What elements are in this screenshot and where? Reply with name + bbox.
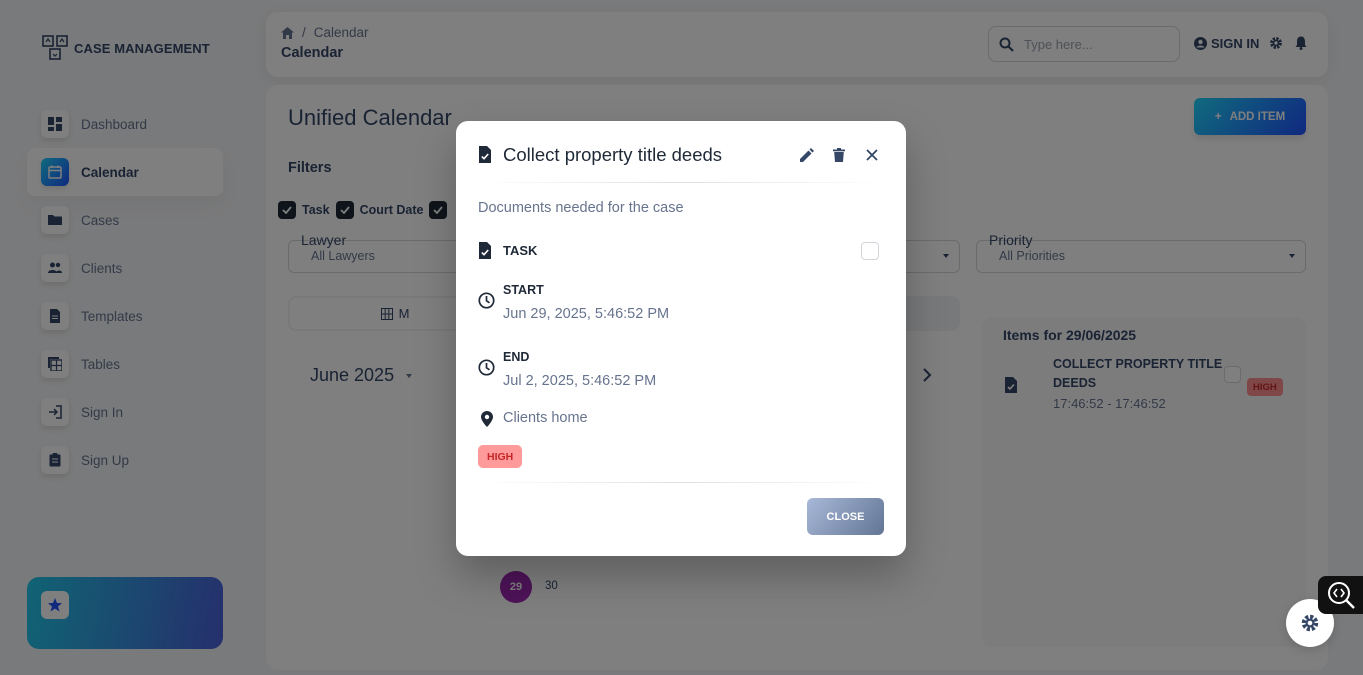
start-value: Jun 29, 2025, 5:46:52 PM — [503, 306, 670, 322]
end-label: END — [503, 350, 530, 364]
location-pin-icon — [481, 411, 493, 427]
location-value: Clients home — [503, 410, 588, 426]
edit-icon[interactable] — [798, 146, 816, 164]
settings-icon — [1301, 614, 1319, 632]
divider — [478, 182, 884, 183]
task-icon — [479, 146, 491, 163]
divider — [478, 482, 884, 483]
end-value: Jul 2, 2025, 5:46:52 PM — [503, 373, 657, 389]
dialog-description: Documents needed for the case — [478, 200, 684, 216]
item-details-dialog: Collect property title deeds Documents n… — [456, 121, 906, 556]
start-label: START — [503, 283, 544, 297]
delete-icon[interactable] — [830, 146, 848, 164]
task-icon — [479, 242, 491, 259]
clock-icon — [478, 292, 495, 309]
priority-badge: HIGH — [478, 445, 523, 468]
close-button[interactable]: CLOSE — [807, 498, 884, 535]
close-icon[interactable] — [863, 146, 881, 164]
dev-tools-button[interactable] — [1318, 576, 1363, 614]
code-search-icon — [1327, 582, 1355, 609]
complete-checkbox[interactable] — [861, 242, 879, 260]
item-type: TASK — [503, 243, 538, 258]
clock-icon — [478, 359, 495, 376]
dialog-title: Collect property title deeds — [503, 144, 723, 165]
